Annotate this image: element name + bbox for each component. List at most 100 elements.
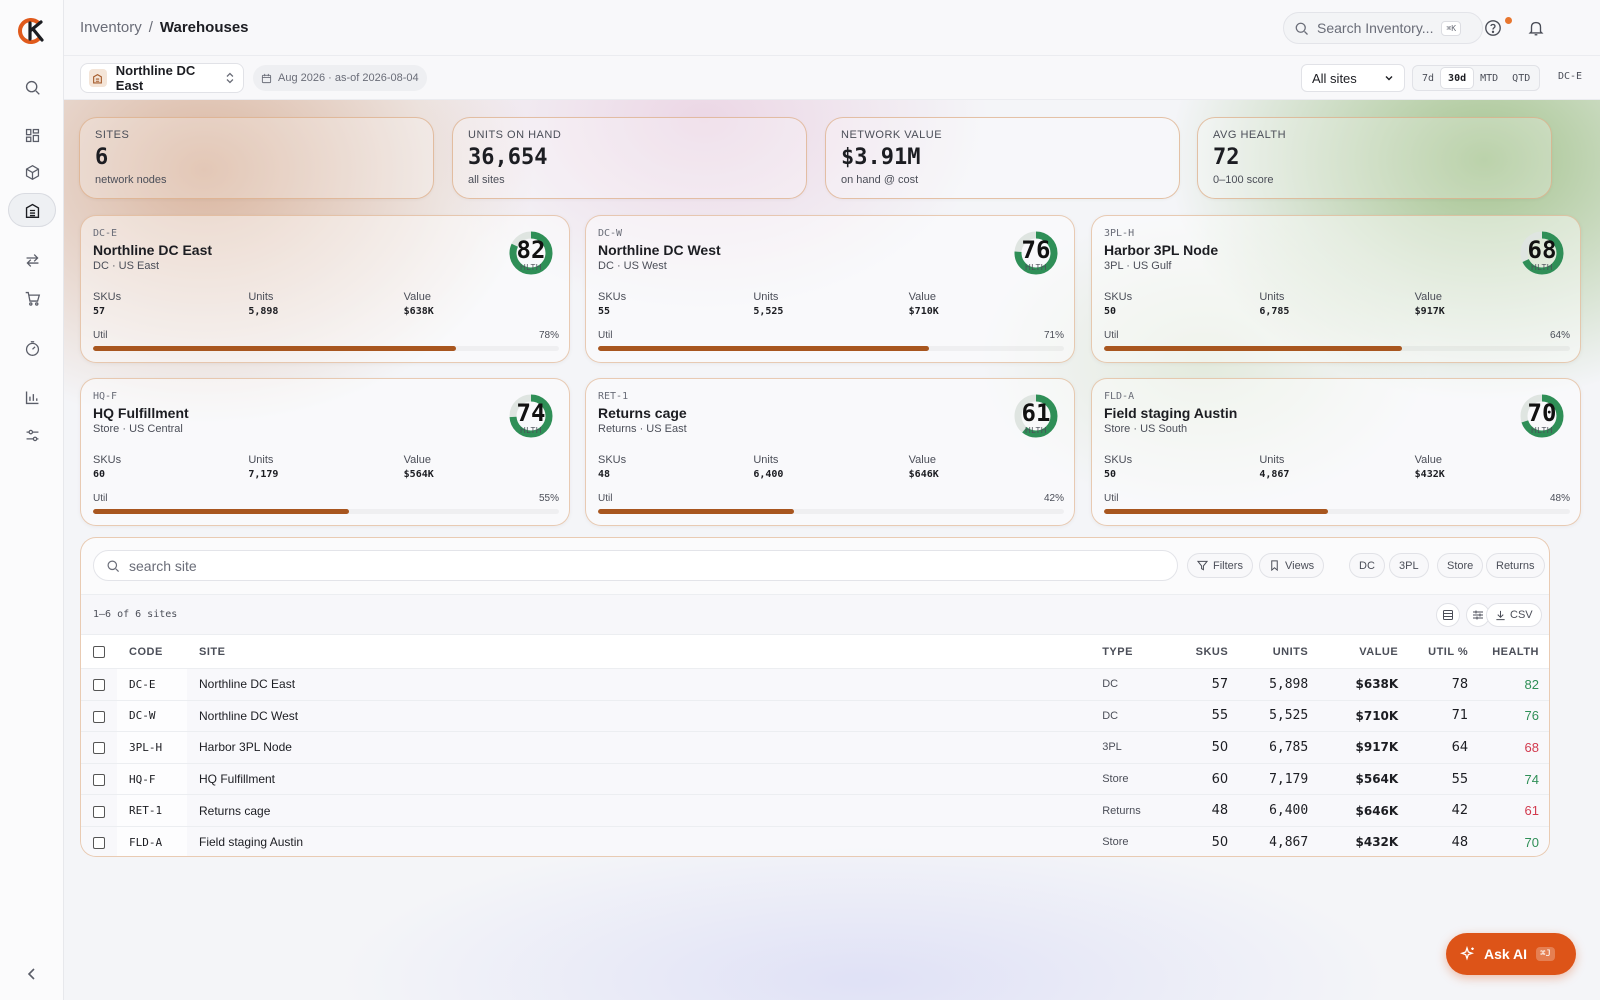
row-health: 76 — [1524, 708, 1539, 724]
stat-label: Units — [1259, 291, 1285, 303]
site-card-type: Returns · US East — [598, 423, 687, 435]
column-header-code[interactable]: CODE — [117, 635, 187, 669]
stat-value: 6,400 — [753, 469, 784, 480]
row-type: Store — [1102, 773, 1129, 786]
row-util: 55 — [1451, 771, 1469, 787]
range-30d[interactable]: 30d — [1441, 68, 1474, 88]
site-card-code: HQ-F — [93, 391, 118, 402]
table-row[interactable]: FLD-A Field staging Austin Store 50 4,867 $43… — [81, 826, 1549, 856]
app-logo[interactable] — [17, 16, 47, 46]
row-select-cell — [81, 669, 117, 701]
utilization-row: Util 78% — [93, 330, 559, 341]
table-row[interactable]: HQ-F HQ Fulfillment Store 60 7,179 $564K 55 74 — [81, 763, 1549, 795]
type-chip-store[interactable]: Store — [1437, 553, 1484, 578]
chevron-left-icon[interactable] — [24, 966, 40, 982]
select-all-checkbox[interactable] — [93, 645, 105, 658]
site-card-name: Returns cage — [598, 405, 687, 421]
site-card[interactable]: DC-E Northline DC East DC · US East HLTH 82 S… — [80, 215, 570, 363]
site-card[interactable]: RET-1 Returns cage Returns · US East HLTH 61… — [585, 378, 1075, 526]
site-search-input[interactable]: search site — [93, 550, 1178, 581]
column-header-units[interactable]: UNITS — [1240, 635, 1320, 669]
table-row[interactable]: RET-1 Returns cage Returns 48 6,400 $646K 42 61 — [81, 794, 1549, 827]
range-mtd[interactable]: MTD — [1473, 68, 1505, 88]
stat-value: 6,785 — [1259, 306, 1290, 317]
help-icon[interactable] — [1484, 19, 1502, 37]
density-button[interactable] — [1436, 603, 1460, 627]
row-site-name[interactable]: Returns cage — [187, 795, 1090, 827]
breadcrumb-separator: / — [148, 19, 153, 36]
row-type: 3PL — [1102, 741, 1122, 754]
column-header-util[interactable]: UTIL % — [1410, 635, 1480, 669]
table-row[interactable]: 3PL-H Harbor 3PL Node 3PL 50 6,785 $917K 64 68 — [81, 731, 1549, 764]
row-checkbox[interactable] — [93, 837, 105, 850]
site-card-name: Northline DC East — [93, 242, 213, 258]
row-checkbox[interactable] — [93, 679, 105, 692]
column-header-type[interactable]: TYPE — [1090, 635, 1170, 669]
row-util: 42 — [1451, 803, 1469, 819]
row-site-name[interactable]: Northline DC East — [187, 669, 1090, 701]
ask-ai-button[interactable]: Ask AI ⌘J — [1446, 933, 1576, 975]
type-chip-3pl[interactable]: 3PL — [1389, 553, 1429, 578]
site-card[interactable]: DC-W Northline DC West DC · US West HLTH 76 S… — [585, 215, 1075, 363]
stat-skus: SKUs 50 — [1104, 291, 1259, 317]
stat-skus: SKUs 50 — [1104, 454, 1259, 480]
type-chip-returns[interactable]: Returns — [1486, 553, 1545, 578]
filters-button[interactable]: Filters — [1187, 553, 1253, 578]
row-checkbox[interactable] — [93, 805, 105, 818]
products-nav-button[interactable] — [8, 155, 56, 189]
site-card[interactable]: 3PL-H Harbor 3PL Node 3PL · US Gulf HLTH 68 S… — [1091, 215, 1581, 363]
utilization-row: Util 48% — [1104, 493, 1570, 504]
row-checkbox[interactable] — [93, 773, 105, 786]
timer-nav-button[interactable] — [8, 331, 56, 365]
warehouses-nav-button[interactable] — [8, 193, 56, 227]
sites-filter-select[interactable]: All sites — [1301, 64, 1405, 92]
row-units: 4,867 — [1269, 834, 1309, 850]
table-row[interactable]: DC-W Northline DC West DC 55 5,525 $710K 71 76 — [81, 700, 1549, 732]
column-header-site[interactable]: SITE — [187, 635, 1090, 669]
stat-units: Units 6,785 — [1259, 291, 1414, 317]
range-7d[interactable]: 7d — [1415, 68, 1441, 88]
site-selector[interactable]: Northline DC East — [80, 63, 244, 93]
column-header-skus[interactable]: SKUS — [1170, 635, 1240, 669]
site-card[interactable]: HQ-F HQ Fulfillment Store · US Central HLTH… — [80, 378, 570, 526]
building-icon — [93, 73, 103, 83]
stat-value: Value $638K — [404, 291, 559, 317]
type-chip-dc[interactable]: DC — [1349, 553, 1385, 578]
transfers-nav-button[interactable] — [8, 243, 56, 277]
util-percent: 48% — [1549, 493, 1570, 504]
reports-nav-button[interactable] — [8, 380, 56, 414]
row-site-name[interactable]: Northline DC West — [187, 700, 1090, 732]
search-nav-button[interactable] — [8, 70, 56, 104]
row-site-name[interactable]: HQ Fulfillment — [187, 763, 1090, 795]
row-site-name[interactable]: Field staging Austin — [187, 826, 1090, 856]
column-header-value[interactable]: VALUE — [1320, 635, 1410, 669]
orders-nav-button[interactable] — [8, 281, 56, 315]
utilization-row: Util 71% — [598, 330, 1064, 341]
site-card[interactable]: FLD-A Field staging Austin Store · US Sout… — [1091, 378, 1581, 526]
row-site-name[interactable]: Harbor 3PL Node — [187, 732, 1090, 764]
health-gauge-caption: HLTH — [1531, 263, 1553, 272]
table-row[interactable]: DC-E Northline DC East DC 57 5,898 $638K 78 82 — [81, 668, 1549, 701]
search-icon — [25, 80, 40, 95]
bell-icon[interactable] — [1527, 19, 1545, 37]
row-checkbox[interactable] — [93, 710, 105, 723]
settings-nav-button[interactable] — [8, 418, 56, 452]
views-button[interactable]: Views — [1259, 553, 1325, 578]
row-checkbox[interactable] — [93, 742, 105, 755]
row-health: 68 — [1524, 739, 1539, 755]
utilization-bar-fill — [1104, 509, 1328, 514]
column-header-health[interactable]: HEALTH — [1480, 635, 1549, 669]
breadcrumb-parent[interactable]: Inventory — [80, 19, 142, 36]
global-search-input[interactable]: Search Inventory... ⌘K — [1283, 12, 1483, 44]
export-csv-button[interactable]: CSV — [1486, 603, 1542, 627]
site-card-code: FLD-A — [1104, 391, 1135, 402]
util-percent: 64% — [1549, 330, 1570, 341]
row-code: FLD-A — [117, 826, 187, 856]
date-chip[interactable]: Aug 2026 · as-of 2026-08-04 — [253, 65, 427, 91]
dashboard-nav-button[interactable] — [8, 118, 56, 152]
stat-label: SKUs — [598, 291, 627, 303]
stat-value: $917K — [1414, 306, 1445, 317]
site-card-stats: SKUs 57 Units 5,898 Value $638K — [93, 291, 559, 317]
range-qtd[interactable]: QTD — [1505, 68, 1537, 88]
util-label: Util — [93, 330, 108, 341]
